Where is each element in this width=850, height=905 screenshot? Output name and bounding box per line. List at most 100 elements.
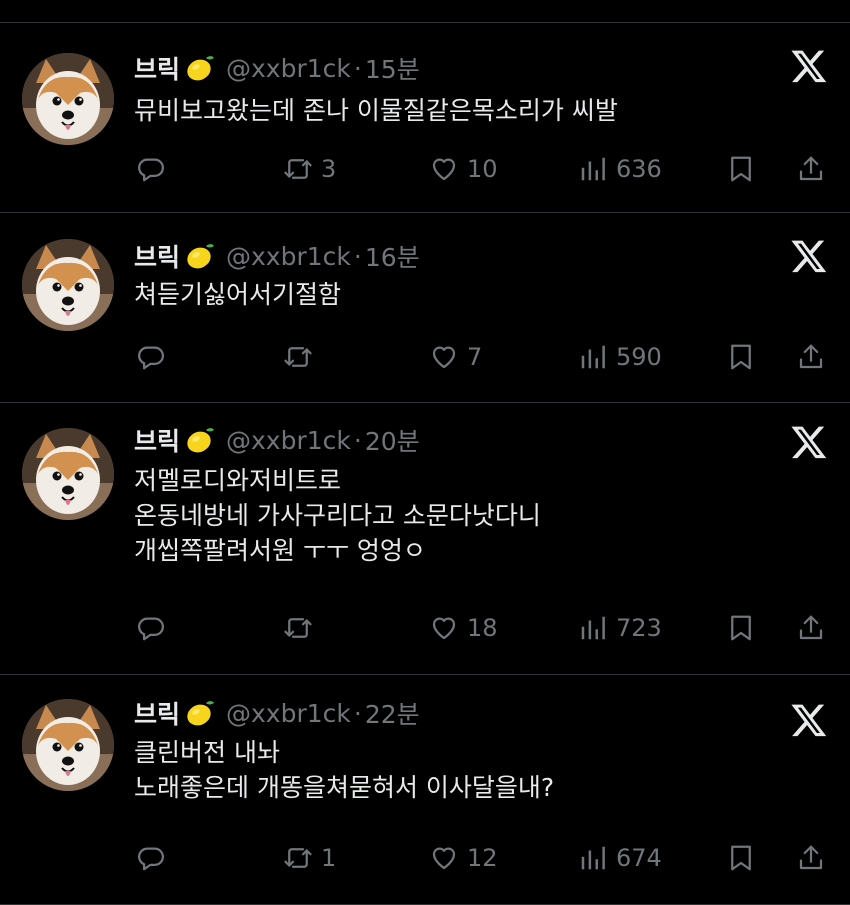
x-logo-icon[interactable] — [790, 423, 828, 461]
tweet-text-line: 뮤비보고왔는데 존나 이물질같은목소리가 씨발 — [134, 96, 618, 125]
tweet[interactable]: 브릭 @xxbr1ck · 22분클린버전 내놔노래좋은데 개똥을쳐묻혀서 이사달을내… — [0, 675, 850, 905]
separator-dot: · — [353, 53, 362, 83]
bookmark-icon — [726, 843, 756, 873]
timestamp[interactable]: 16분 — [365, 238, 420, 274]
like-count: 12 — [467, 844, 498, 872]
retweet-icon — [283, 843, 313, 873]
like-count: 10 — [467, 155, 498, 183]
retweet-button[interactable]: 3 — [283, 149, 336, 189]
share-icon — [796, 613, 826, 643]
display-name[interactable]: 브릭 — [134, 695, 180, 731]
retweet-icon — [283, 613, 313, 643]
view-count: 636 — [616, 155, 662, 183]
like-count: 18 — [467, 614, 498, 642]
display-name[interactable]: 브릭 — [134, 422, 180, 458]
reply-button[interactable] — [136, 608, 174, 648]
bookmark-button[interactable] — [726, 608, 756, 648]
heart-icon — [429, 154, 459, 184]
reply-button[interactable] — [136, 337, 174, 377]
action-bar: 1 12 674 — [0, 838, 850, 878]
user-handle[interactable]: @xxbr1ck — [226, 54, 351, 83]
view-count: 674 — [616, 844, 662, 872]
tweet-header: 브릭 @xxbr1ck · 15분 — [134, 51, 420, 85]
views-button[interactable]: 590 — [578, 337, 662, 377]
bookmark-button[interactable] — [726, 149, 756, 189]
share-button[interactable] — [796, 838, 826, 878]
views-button[interactable]: 674 — [578, 838, 662, 878]
tweet[interactable]: 브릭 @xxbr1ck · 16분 쳐듣기싫어서기절함 7 590 — [0, 213, 850, 403]
tweet-text-line: 개씹쪽팔려서원 ㅜㅜ 엉엉ㅇ — [134, 536, 426, 565]
user-handle[interactable]: @xxbr1ck — [226, 699, 351, 728]
tweet-text: 뮤비보고왔는데 존나 이물질같은목소리가 씨발 — [134, 93, 824, 128]
like-count: 7 — [467, 343, 483, 371]
x-logo-icon[interactable] — [790, 701, 828, 739]
tweet-text: 저멜로디와저비트로온동네방네 가사구리다고 소문다낫다니개씹쪽팔려서원 ㅜㅜ 엉… — [134, 463, 824, 568]
avatar[interactable] — [22, 428, 114, 520]
views-button[interactable]: 723 — [578, 608, 662, 648]
retweet-count: 3 — [321, 155, 337, 183]
reply-button[interactable] — [136, 838, 174, 878]
share-button[interactable] — [796, 608, 826, 648]
action-bar: 18 723 — [0, 608, 850, 648]
bookmark-button[interactable] — [726, 337, 756, 377]
bookmark-icon — [726, 342, 756, 372]
like-button[interactable]: 10 — [429, 149, 498, 189]
view-count: 590 — [616, 343, 662, 371]
retweet-icon — [283, 342, 313, 372]
action-bar: 7 590 — [0, 337, 850, 377]
share-button[interactable] — [796, 337, 826, 377]
timestamp[interactable]: 20분 — [365, 422, 420, 458]
separator-dot: · — [353, 241, 362, 271]
avatar[interactable] — [22, 53, 114, 145]
lemon-emoji-icon — [184, 697, 216, 729]
tweet[interactable]: 브릭 @xxbr1ck · 20분 저멜로디와저비트로 온동네방네 가사구리다고 소문다낫… — [0, 403, 850, 675]
x-logo-icon[interactable] — [790, 47, 828, 85]
bookmark-icon — [726, 154, 756, 184]
like-button[interactable]: 18 — [429, 608, 498, 648]
reply-icon — [136, 613, 166, 643]
reply-button[interactable] — [136, 149, 174, 189]
retweet-button[interactable]: 1 — [283, 838, 336, 878]
separator-dot: · — [353, 698, 362, 728]
views-icon — [578, 843, 608, 873]
tweet[interactable]: 브릭 @xxbr1ck · 15분뮤비보고왔는데 존나 이물질같은목소리가 씨발 3 10… — [0, 23, 850, 213]
tweet-text: 클린버전 내놔노래좋은데 개똥을쳐묻혀서 이사달을내? — [134, 735, 824, 805]
timestamp[interactable]: 15분 — [365, 50, 420, 86]
lemon-emoji-icon — [184, 424, 216, 456]
bookmark-button[interactable] — [726, 838, 756, 878]
tweet-header: 브릭 @xxbr1ck · 16분 — [134, 239, 420, 273]
action-bar: 3 10 636 — [0, 149, 850, 189]
avatar[interactable] — [22, 239, 114, 331]
x-logo-icon[interactable] — [790, 237, 828, 275]
bookmark-icon — [726, 613, 756, 643]
retweet-count: 1 — [321, 844, 337, 872]
share-icon — [796, 843, 826, 873]
lemon-emoji-icon — [184, 52, 216, 84]
tweet-text-line: 클린버전 내놔 — [134, 738, 280, 767]
user-handle[interactable]: @xxbr1ck — [226, 242, 351, 271]
retweet-icon — [283, 154, 313, 184]
views-icon — [578, 613, 608, 643]
tweet-header: 브릭 @xxbr1ck · 20분 — [134, 423, 420, 457]
like-button[interactable]: 7 — [429, 337, 482, 377]
views-button[interactable]: 636 — [578, 149, 662, 189]
tweet-text-line: 저멜로디와저비트로 — [134, 466, 342, 495]
timestamp[interactable]: 22분 — [365, 695, 420, 731]
user-handle[interactable]: @xxbr1ck — [226, 426, 351, 455]
tweet-text-line: 온동네방네 가사구리다고 소문다낫다니 — [134, 501, 541, 530]
heart-icon — [429, 613, 459, 643]
like-button[interactable]: 12 — [429, 838, 498, 878]
retweet-button[interactable] — [283, 608, 321, 648]
display-name[interactable]: 브릭 — [134, 238, 180, 274]
avatar[interactable] — [22, 699, 114, 791]
heart-icon — [429, 843, 459, 873]
reply-icon — [136, 154, 166, 184]
share-icon — [796, 154, 826, 184]
tweet-text-line: 노래좋은데 개똥을쳐묻혀서 이사달을내? — [134, 773, 555, 802]
retweet-button[interactable] — [283, 337, 321, 377]
tweet-text: 쳐듣기싫어서기절함 — [134, 277, 824, 312]
views-icon — [578, 154, 608, 184]
display-name[interactable]: 브릭 — [134, 50, 180, 86]
lemon-emoji-icon — [184, 240, 216, 272]
share-button[interactable] — [796, 149, 826, 189]
